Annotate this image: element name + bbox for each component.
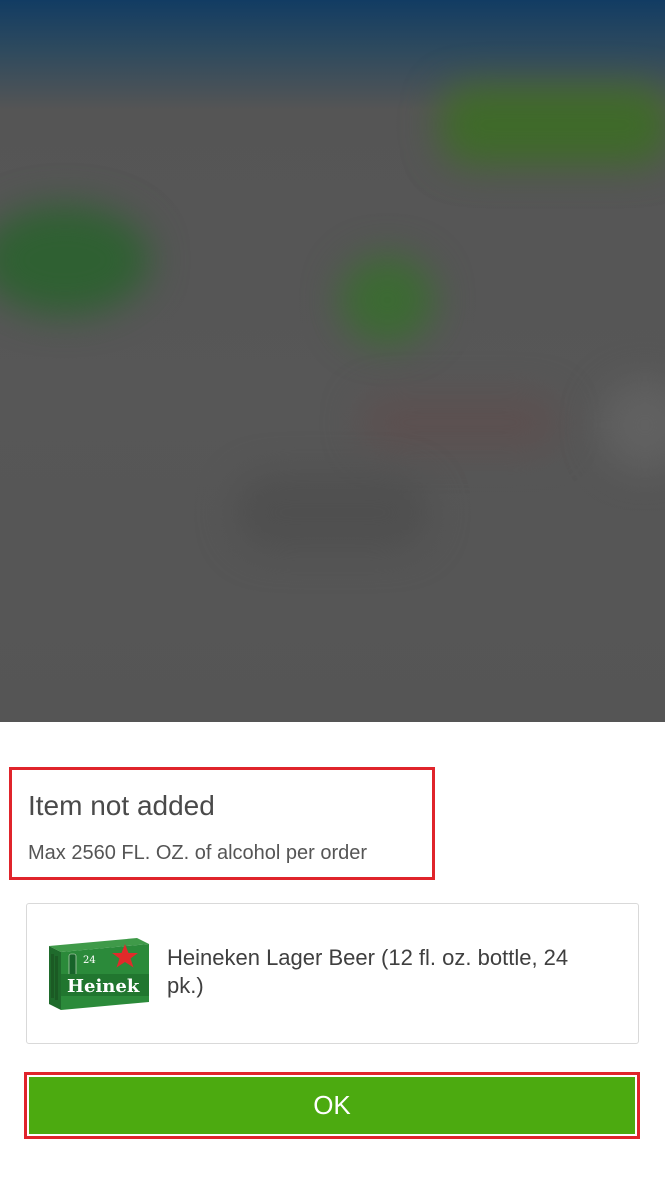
blurred-shape (600, 380, 665, 470)
dialog-title: Item not added (28, 790, 215, 821)
item-not-added-sheet: Item not added Max 2560 FL. OZ. of alcoh… (0, 722, 665, 1182)
beer-case-product-image: 24 Heinek (49, 938, 149, 1010)
ok-button-highlight: OK (24, 1072, 640, 1139)
blurred-shape (340, 255, 435, 345)
blurred-background-app (0, 0, 665, 722)
screen: Item not added Max 2560 FL. OZ. of alcoh… (0, 0, 665, 1182)
product-name: Heineken Lager Beer (12 fl. oz. bottle, … (167, 945, 569, 998)
blurred-shape (440, 85, 665, 165)
blurred-shape (0, 205, 150, 315)
dialog-message-highlight: Item not added Max 2560 FL. OZ. of alcoh… (9, 767, 435, 880)
blurred-shape (235, 475, 430, 550)
dialog-message: Max 2560 FL. OZ. of alcohol per order (28, 842, 368, 864)
product-card: 24 Heinek Heineken Lager Beer (12 fl. oz… (26, 903, 639, 1044)
pack-count-text: 24 (83, 955, 96, 966)
blurred-shape (360, 395, 560, 450)
brand-text: Heinek (67, 976, 140, 997)
ok-button[interactable]: OK (29, 1077, 635, 1134)
